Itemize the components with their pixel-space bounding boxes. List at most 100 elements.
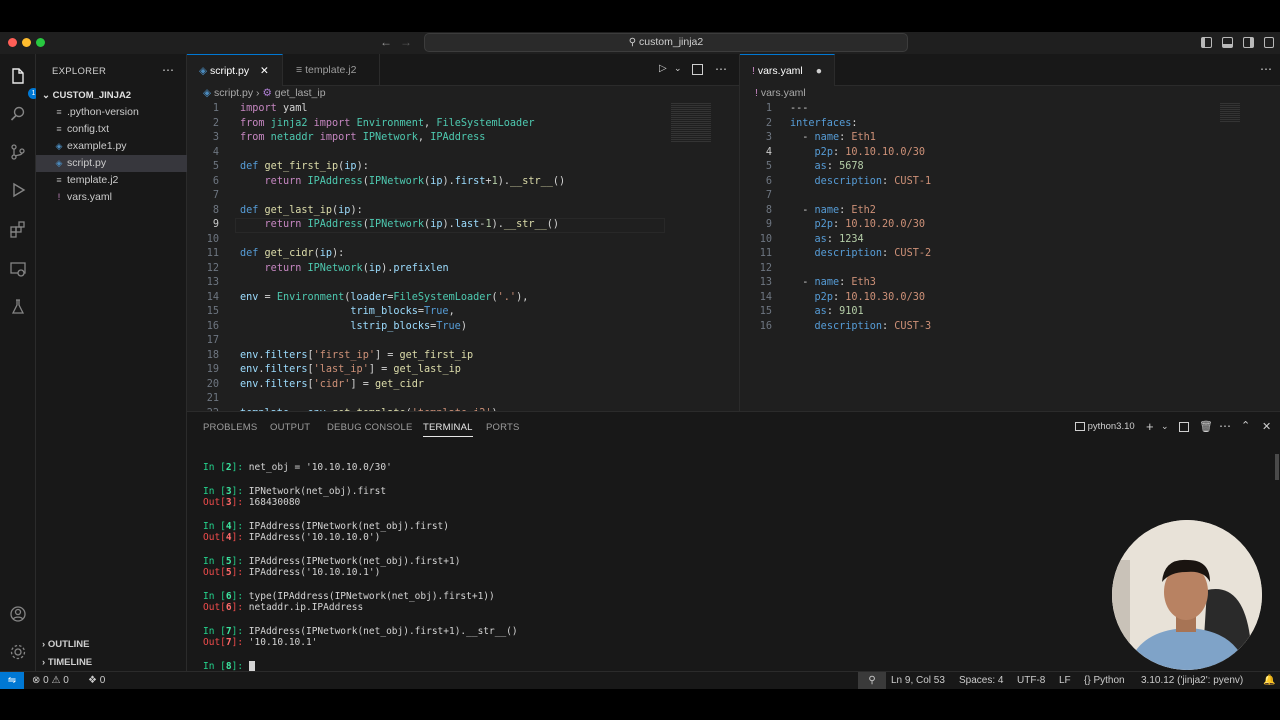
more-actions-icon[interactable]: ⋯ [162, 63, 174, 77]
remote-indicator[interactable]: ⇋ [0, 672, 24, 689]
prompt-suffix: ]: [231, 555, 249, 567]
trash-icon[interactable]: 🗑 [1199, 420, 1213, 433]
terminal-output-line: Out[6]: netaddr.ip.IPAddress [203, 602, 363, 613]
cursor-position[interactable]: Ln 9, Col 53 [891, 672, 945, 689]
search-view-icon[interactable] [8, 104, 28, 124]
terminal-scrollbar[interactable] [1275, 454, 1279, 480]
terminal-code: netaddr.ip.IPAddress [248, 602, 364, 613]
forward-arrow-icon[interactable]: → [400, 35, 412, 49]
split-editor-icon[interactable] [692, 64, 703, 75]
tab-output[interactable]: OUTPUT [270, 422, 310, 433]
prompt-label: In [ [203, 520, 226, 532]
more-actions-icon[interactable]: ⋯ [1219, 419, 1231, 433]
editor-group-splitter[interactable] [739, 54, 740, 411]
terminal-instance-selector[interactable]: python3.10 [1075, 421, 1135, 432]
more-actions-icon[interactable]: ⋯ [1260, 62, 1272, 76]
python-interpreter[interactable]: 3.10.12 ('jinja2': pyenv) [1141, 672, 1243, 689]
chevron-right-icon: › [42, 639, 46, 650]
language-mode[interactable]: {} Python [1084, 672, 1125, 689]
toggle-panel-icon[interactable] [1222, 37, 1233, 48]
back-arrow-icon[interactable]: ← [380, 35, 392, 49]
tab-terminal[interactable]: TERMINAL [423, 422, 473, 437]
accounts-icon[interactable] [8, 604, 28, 624]
notifications-bell-icon[interactable]: 🔔 [1263, 672, 1275, 689]
python-file-icon: ◈ [55, 141, 63, 151]
terminal-input-line: In [6]: type(IPAddress(IPNetwork(net_obj… [203, 591, 495, 602]
tab-ports[interactable]: PORTS [486, 422, 520, 433]
prompt-label: Out[ [203, 637, 226, 648]
maximize-panel-icon[interactable]: ⌃ [1241, 419, 1250, 432]
indentation[interactable]: Spaces: 4 [959, 672, 1003, 689]
breadcrumb-right: ! vars.yaml [755, 86, 806, 101]
file-python-version[interactable]: ≡ .python-version [36, 104, 187, 121]
extensions-icon[interactable] [8, 219, 28, 239]
prompt-suffix: ]: [231, 660, 249, 672]
ports-status[interactable]: ❖ 0 [88, 672, 105, 689]
bottom-panel: PROBLEMS OUTPUT DEBUG CONSOLE TERMINAL P… [187, 411, 1280, 672]
file-example1-py[interactable]: ◈ example1.py [36, 138, 187, 155]
toggle-sidebar-icon[interactable] [1201, 37, 1212, 48]
minimize-window-button[interactable] [22, 38, 31, 47]
close-icon[interactable]: ✕ [260, 65, 269, 77]
close-window-button[interactable] [8, 38, 17, 47]
manage-gear-icon[interactable] [8, 642, 28, 662]
file-config-txt[interactable]: ≡ config.txt [36, 121, 187, 138]
terminal-icon [1075, 421, 1085, 431]
yaml-file-icon: ! [752, 65, 755, 77]
terminal-code: net_obj = '10.10.10.0/30' [248, 462, 392, 473]
testing-icon[interactable] [8, 297, 28, 317]
tab-vars-yaml[interactable]: ! vars.yaml ● [740, 54, 835, 86]
timeline-section[interactable]: › TIMELINE [36, 654, 187, 671]
chevron-down-icon[interactable]: ⌄ [1161, 421, 1169, 432]
run-debug-icon[interactable] [8, 180, 28, 200]
breadcrumb-file[interactable]: script.py [214, 87, 253, 99]
folder-custom-jinja2[interactable]: ⌄ CUSTOM_JINJA2 [36, 87, 187, 104]
file-template-j2[interactable]: ≡ template.j2 [36, 172, 187, 189]
encoding[interactable]: UTF-8 [1017, 672, 1045, 689]
python-file-icon: ◈ [55, 158, 63, 168]
minimap[interactable] [1220, 102, 1240, 122]
source-control-icon[interactable] [8, 142, 28, 162]
file-script-py[interactable]: ◈ script.py [36, 155, 187, 172]
code-editor-vars-yaml[interactable]: 123 456 789 10 11 12 13 14 15 16 --- interfa… [740, 102, 1280, 411]
customize-layout-icon[interactable] [1264, 37, 1274, 48]
problems-status[interactable]: ⊗ 0 ⚠ 0 [32, 672, 69, 689]
terminal-output-line: Out[3]: 168430080 [203, 497, 300, 508]
unsaved-dot-icon[interactable]: ● [816, 65, 822, 77]
tab-label: template.j2 [305, 64, 357, 76]
more-actions-icon[interactable]: ⋯ [715, 62, 727, 76]
outline-label: OUTLINE [47, 639, 90, 650]
end-of-line[interactable]: LF [1059, 672, 1071, 689]
zoom-icon[interactable]: ⚲ [858, 672, 886, 689]
file-label: config.txt [67, 123, 110, 135]
close-panel-icon[interactable]: ✕ [1262, 420, 1271, 433]
terminal-code: '10.10.10.1' [248, 637, 318, 648]
timeline-label: TIMELINE [47, 657, 93, 668]
ports-count: 0 [99, 675, 106, 686]
outline-section[interactable]: › OUTLINE [36, 636, 187, 653]
breadcrumb-symbol[interactable]: get_last_ip [275, 87, 326, 99]
tab-template-j2[interactable]: ≡ template.j2 [284, 54, 380, 86]
toggle-secondary-sidebar-icon[interactable] [1243, 37, 1254, 48]
function-symbol-icon: ⚙ [262, 87, 272, 99]
minimap[interactable] [671, 102, 711, 142]
new-terminal-plus-icon[interactable]: + [1146, 419, 1154, 434]
split-terminal-icon[interactable] [1179, 422, 1189, 432]
remote-explorer-icon[interactable] [8, 259, 28, 279]
file-label: script.py [67, 157, 107, 169]
tab-problems[interactable]: PROBLEMS [203, 422, 257, 433]
file-vars-yaml[interactable]: ! vars.yaml [36, 189, 187, 206]
terminal-code: IPAddress(IPNetwork(net_obj).first+1).__… [248, 625, 518, 637]
chevron-down-icon[interactable]: ⌄ [674, 63, 682, 74]
breadcrumb-file[interactable]: vars.yaml [761, 87, 806, 99]
text-file-icon: ≡ [56, 124, 62, 134]
tab-debug-console[interactable]: DEBUG CONSOLE [327, 422, 412, 433]
command-center-search[interactable]: ⚲ custom_jinja2 [424, 33, 908, 52]
zoom-window-button[interactable] [36, 38, 45, 47]
tab-script-py[interactable]: ◈ script.py ✕ [187, 54, 283, 86]
explorer-icon[interactable]: 1 [8, 66, 39, 99]
terminal-input-line: In [3]: IPNetwork(net_obj).first [203, 486, 386, 497]
run-python-icon[interactable]: ▷ [659, 63, 667, 74]
code-editor-script-py[interactable]: 123 456 789 10 11 12 13 14 15 16 17 18 19 20 21 … [187, 102, 739, 411]
terminal-code: IPAddress('10.10.10.0') [248, 532, 381, 543]
